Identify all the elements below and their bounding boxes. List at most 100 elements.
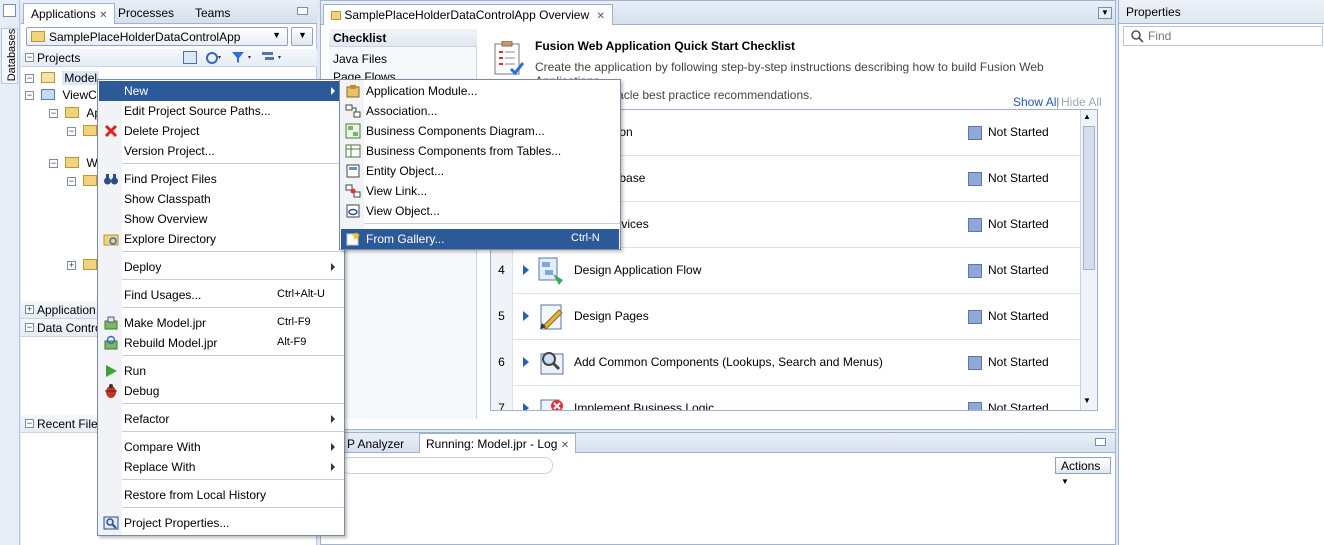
menu-item-find-usages[interactable]: Find Usages... Ctrl+Alt-U <box>99 285 343 305</box>
steps-scrollbar[interactable]: ▲ ▼ <box>1080 110 1097 410</box>
minimize-icon[interactable] <box>1095 438 1106 446</box>
minimize-icon[interactable] <box>297 7 308 15</box>
checklist-step[interactable]: 7 Implement Business Logic Not Started <box>491 386 1081 410</box>
tab-analyzer[interactable]: P Analyzer <box>343 435 408 453</box>
tab-overview[interactable]: SamplePlaceHolderDataControlApp Overview… <box>323 4 613 25</box>
step-status[interactable]: Not Started <box>988 171 1049 185</box>
menu-separator <box>122 251 344 252</box>
left-side-strip: Databases <box>0 0 20 545</box>
menu-item-edit-source-paths[interactable]: Edit Project Source Paths... <box>99 101 343 121</box>
step-status[interactable]: Not Started <box>988 217 1049 231</box>
expand-icon[interactable]: + <box>67 261 76 270</box>
menu-item-application-module[interactable]: Application Module... <box>341 81 619 101</box>
collapse-icon[interactable]: − <box>25 74 34 83</box>
tree-item-app-sources[interactable]: − Ap <box>49 106 101 120</box>
filter-icon[interactable] <box>231 51 255 64</box>
menu-item-bc-diagram[interactable]: Business Components Diagram... <box>341 121 619 141</box>
tree-item-subfolder-1[interactable]: − <box>67 174 97 188</box>
menu-item-version-project[interactable]: Version Project... <box>99 141 343 161</box>
menu-item-view-object[interactable]: View Object... <box>341 201 619 221</box>
step-status[interactable]: Not Started <box>988 401 1049 410</box>
show-all-link[interactable]: Show All <box>1013 95 1059 109</box>
side-item-java-files[interactable]: Java Files <box>333 52 387 66</box>
collapse-icon[interactable]: − <box>25 91 34 100</box>
expand-arrow-icon[interactable] <box>523 265 529 275</box>
collapse-icon[interactable]: − <box>25 323 34 332</box>
search-icon <box>1130 29 1144 43</box>
tree-item-child-folder[interactable]: − <box>67 124 97 138</box>
close-icon[interactable]: ✕ <box>596 11 604 22</box>
tree-item-model[interactable]: − Model <box>25 71 100 85</box>
editor-list-icon[interactable]: ▼ <box>1098 7 1112 19</box>
menu-item-make[interactable]: Make Model.jpr Ctrl-F9 <box>99 313 343 333</box>
databases-tab[interactable]: Databases <box>1 28 18 84</box>
menu-item-label: View Object... <box>366 204 440 218</box>
menu-item-compare-with[interactable]: Compare With <box>99 437 343 457</box>
collapse-icon[interactable]: − <box>67 177 76 186</box>
expand-arrow-icon[interactable] <box>523 403 529 410</box>
menu-item-explore-directory[interactable]: Explore Directory <box>99 229 343 249</box>
expand-arrow-icon[interactable] <box>523 357 529 367</box>
menu-item-show-classpath[interactable]: Show Classpath <box>99 189 343 209</box>
tab-applications[interactable]: Applications ✕ <box>23 3 116 24</box>
menu-item-from-gallery[interactable]: From Gallery... Ctrl-N <box>341 229 619 249</box>
checklist-step[interactable]: 5 Design Pages Not Started <box>491 294 1081 340</box>
menu-item-find-project-files[interactable]: Find Project Files <box>99 169 343 189</box>
menu-item-refactor[interactable]: Refactor <box>99 409 343 429</box>
menu-item-restore-history[interactable]: Restore from Local History <box>99 485 343 505</box>
expand-arrow-icon[interactable] <box>523 311 529 321</box>
collapse-icon[interactable]: − <box>67 127 76 136</box>
menu-separator <box>122 163 344 164</box>
menu-item-project-properties[interactable]: Project Properties... <box>99 513 343 533</box>
step-status[interactable]: Not Started <box>988 263 1049 277</box>
sync-icon[interactable] <box>205 51 223 64</box>
tab-processes[interactable]: Processes <box>111 3 181 24</box>
scroll-thumb[interactable] <box>1083 126 1095 270</box>
step-status[interactable]: Not Started <box>988 355 1049 369</box>
menu-item-debug[interactable]: Debug <box>99 381 343 401</box>
menu-item-run[interactable]: Run <box>99 361 343 381</box>
checklist-header[interactable]: Checklist <box>329 29 477 47</box>
application-menu-button[interactable]: ▼ <box>291 27 313 46</box>
tree-item-subfolder-2[interactable]: + <box>67 258 97 272</box>
search-icon[interactable] <box>183 51 197 64</box>
restore-icon[interactable] <box>3 4 16 17</box>
tree-item-web-content[interactable]: − We <box>49 156 104 170</box>
expand-icon[interactable]: + <box>25 305 34 314</box>
tab-running-log[interactable]: Running: Model.jpr - Log ✕ <box>419 433 577 453</box>
menu-item-label: Delete Project <box>124 124 200 138</box>
menu-item-view-link[interactable]: View Link... <box>341 181 619 201</box>
menu-item-deploy[interactable]: Deploy <box>99 257 343 277</box>
scroll-down-icon[interactable]: ▼ <box>1083 396 1091 405</box>
menu-item-entity-object[interactable]: Entity Object... <box>341 161 619 181</box>
collapse-icon[interactable]: − <box>25 53 34 62</box>
menu-item-rebuild[interactable]: Rebuild Model.jpr Alt-F9 <box>99 333 343 353</box>
layout-options-icon[interactable] <box>261 51 285 64</box>
menu-item-replace-with[interactable]: Replace With <box>99 457 343 477</box>
step-status[interactable]: Not Started <box>988 125 1049 139</box>
menu-item-delete-project[interactable]: Delete Project <box>99 121 343 141</box>
collapse-icon[interactable]: − <box>49 109 58 118</box>
log-search-input[interactable] <box>341 457 553 474</box>
project-icon <box>41 72 55 83</box>
properties-find-input[interactable]: Find <box>1123 26 1323 46</box>
checklist-step[interactable]: 4 Design Application Flow Not Started <box>491 248 1081 294</box>
actions-button[interactable]: Actions ▼ <box>1055 457 1111 486</box>
menu-item-bc-from-tables[interactable]: Business Components from Tables... <box>341 141 619 161</box>
scroll-up-icon[interactable]: ▲ <box>1083 112 1091 121</box>
menu-item-show-overview[interactable]: Show Overview <box>99 209 343 229</box>
tree-item-viewcontroller[interactable]: − ViewCo <box>25 88 103 102</box>
application-select[interactable]: SamplePlaceHolderDataControlApp ▼ <box>26 27 288 46</box>
menu-item-association[interactable]: Association... <box>341 101 619 121</box>
collapse-icon[interactable]: − <box>49 159 58 168</box>
hide-all-link[interactable]: Hide All <box>1061 95 1102 109</box>
checklist-step[interactable]: 6 Add Common Components (Lookups, Search… <box>491 340 1081 386</box>
collapse-icon[interactable]: − <box>25 419 34 428</box>
menu-item-new[interactable]: New <box>99 81 343 101</box>
tab-teams-label: Teams <box>195 6 231 20</box>
close-icon[interactable]: ✕ <box>561 440 569 451</box>
close-icon[interactable]: ✕ <box>99 10 107 21</box>
tab-teams[interactable]: Teams <box>188 3 237 24</box>
projects-header[interactable]: − Projects <box>21 49 317 67</box>
step-status[interactable]: Not Started <box>988 309 1049 323</box>
